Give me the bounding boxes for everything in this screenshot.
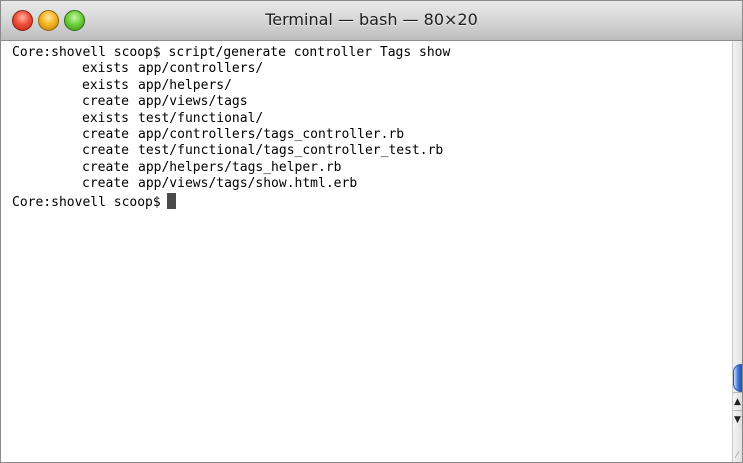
output-verb: exists — [82, 61, 129, 77]
output-line: create app/views/tags/show.html.erb — [12, 176, 732, 192]
output-verb: exists — [82, 77, 129, 93]
window-title: Terminal — bash — 80×20 — [265, 10, 478, 29]
output-verb: create — [82, 176, 129, 192]
output-line: create app/views/tags — [12, 94, 732, 110]
output-line: exists test/functional/ — [12, 111, 732, 127]
output-path: test/functional/ — [138, 110, 264, 126]
output-line: exists app/controllers/ — [12, 61, 732, 77]
scroll-up-arrow-icon[interactable]: ▲ — [733, 392, 742, 410]
prompt: Core:shovell scoop$ — [12, 194, 161, 210]
prompt: Core:shovell scoop$ — [12, 45, 161, 60]
output-path: app/helpers/ — [138, 77, 232, 93]
output-verb: exists — [82, 110, 129, 126]
output-line: create app/controllers/tags_controller.rb — [12, 127, 732, 143]
output-line: exists app/helpers/ — [12, 78, 732, 94]
output-path: app/controllers/tags_controller.rb — [138, 126, 405, 142]
output-path: app/controllers/ — [138, 61, 264, 77]
scroll-down-arrow-icon[interactable]: ▼ — [733, 410, 742, 428]
output-verb: create — [82, 94, 129, 110]
output-line: create app/helpers/tags_helper.rb — [12, 160, 732, 176]
terminal-window: Terminal — bash — 80×20 Core:shovell sco… — [0, 0, 743, 463]
output-verb: create — [82, 159, 129, 175]
command-line: Core:shovell scoop$ script/generate cont… — [12, 45, 732, 61]
output-path: test/functional/tags_controller_test.rb — [138, 143, 444, 159]
output-line: create test/functional/tags_controller_te… — [12, 143, 732, 159]
output-verb: create — [82, 126, 129, 142]
terminal-content[interactable]: Core:shovell scoop$ script/generate cont… — [1, 41, 732, 462]
resize-grip-icon[interactable]: ⁄ — [732, 450, 742, 462]
current-prompt-line[interactable]: Core:shovell scoop$ — [12, 192, 732, 210]
output-verb: create — [82, 143, 129, 159]
output-path: app/helpers/tags_helper.rb — [138, 159, 342, 175]
vertical-scrollbar[interactable]: ▲ ▼ — [732, 41, 742, 462]
text-cursor — [166, 192, 176, 209]
output-path: app/views/tags — [138, 94, 248, 110]
title-bar[interactable]: Terminal — bash — 80×20 — [1, 1, 742, 41]
scroll-thumb[interactable] — [733, 364, 742, 392]
output-path: app/views/tags/show.html.erb — [138, 176, 358, 192]
command-text: script/generate controller Tags show — [168, 45, 451, 60]
